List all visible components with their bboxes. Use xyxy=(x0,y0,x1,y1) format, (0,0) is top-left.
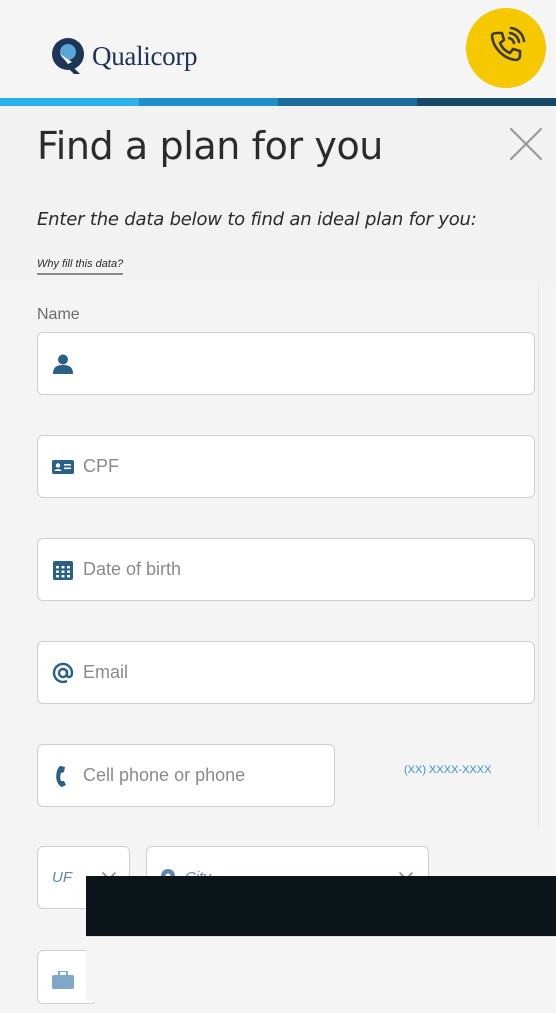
date-of-birth-placeholder: Date of birth xyxy=(83,559,182,579)
stripe-segment xyxy=(278,98,417,106)
email-placeholder: Email xyxy=(83,662,129,682)
logo-text: Qualicorp xyxy=(92,40,198,71)
user-icon xyxy=(52,353,74,375)
phone-icon xyxy=(52,765,74,787)
panel-edge xyxy=(538,286,539,826)
phone-field[interactable]: Cell phone or phone xyxy=(37,744,335,807)
name-label: Name xyxy=(37,306,80,323)
id-card-icon xyxy=(52,456,74,478)
header: Qualicorp xyxy=(0,0,556,98)
page-title: Find a plan for you xyxy=(37,124,383,168)
call-button[interactable] xyxy=(466,8,546,88)
stripe-segment xyxy=(417,98,556,106)
overlay-bar xyxy=(86,876,556,936)
close-button[interactable] xyxy=(508,126,544,162)
phone-ringing-icon xyxy=(484,24,528,73)
briefcase-icon xyxy=(52,970,74,994)
phone-placeholder: Cell phone or phone xyxy=(83,765,246,785)
close-icon xyxy=(508,127,544,166)
why-fill-link[interactable]: Why fill this data? xyxy=(37,258,124,275)
stripe-segment xyxy=(139,98,278,106)
uf-value: UF xyxy=(52,869,72,886)
date-of-birth-field[interactable]: Date of birth xyxy=(37,538,535,601)
stripe-segment xyxy=(0,98,139,106)
cpf-placeholder: CPF xyxy=(83,456,119,476)
name-field[interactable] xyxy=(37,332,535,395)
qualicorp-logo[interactable]: Qualicorp xyxy=(50,36,198,76)
calendar-icon xyxy=(52,559,74,581)
qualicorp-logo-mark xyxy=(50,36,90,76)
cpf-field[interactable]: CPF xyxy=(37,435,535,498)
at-icon xyxy=(52,662,74,684)
email-field[interactable]: Email xyxy=(37,641,535,704)
overlay-panel xyxy=(86,936,556,1002)
form-instructions: Enter the data below to find an ideal pl… xyxy=(37,209,477,230)
brand-stripe xyxy=(0,98,556,106)
phone-format-hint: (XX) XXXX-XXXX xyxy=(404,764,492,776)
